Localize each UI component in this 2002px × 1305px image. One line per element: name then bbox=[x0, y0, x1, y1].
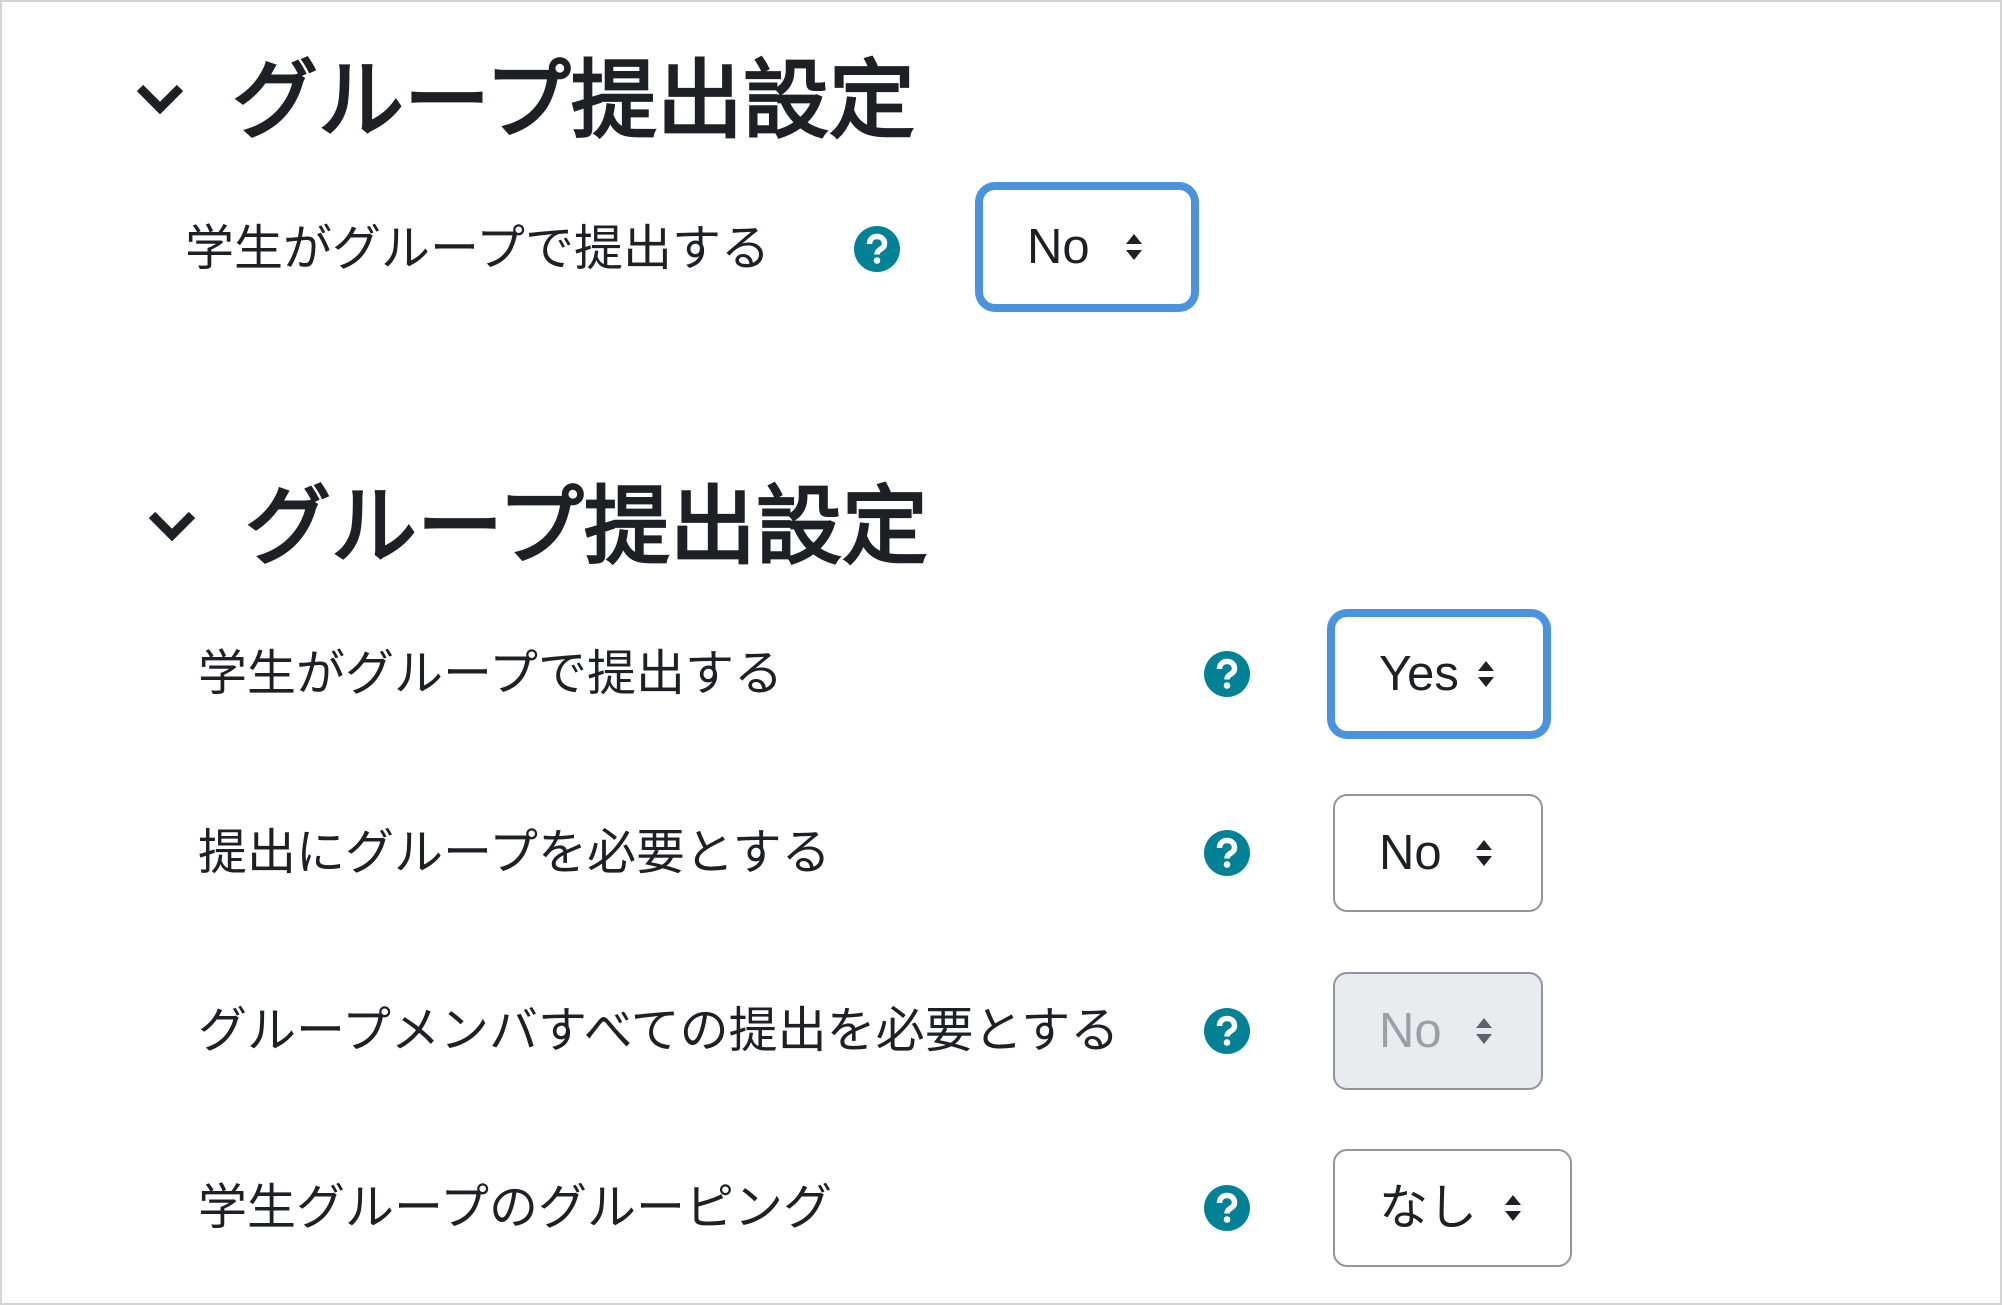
arrow-down-shape bbox=[1476, 856, 1492, 866]
section-heading: グループ提出設定 bbox=[245, 479, 928, 575]
arrow-up-shape bbox=[1476, 1018, 1492, 1028]
field-label: 提出にグループを必要とする bbox=[198, 826, 831, 880]
chevron-shape bbox=[148, 511, 196, 542]
group-submission-settings-section: グループ提出設定 学生がグループで提出する Yes 提出にグループを必要とする bbox=[0, 0, 2002, 1305]
select-value: なし bbox=[1379, 1181, 1478, 1235]
help-button[interactable] bbox=[1204, 1008, 1250, 1054]
require-group-to-submit-select[interactable]: No bbox=[1333, 794, 1543, 912]
select-value: No bbox=[1379, 1004, 1442, 1058]
grouping-for-student-groups-select[interactable]: なし bbox=[1333, 1149, 1572, 1267]
arrow-up-shape bbox=[1478, 661, 1494, 671]
select-value: No bbox=[1379, 826, 1442, 880]
sort-arrows-icon bbox=[1478, 661, 1494, 687]
arrow-up-shape bbox=[1476, 840, 1492, 850]
arrow-down-shape bbox=[1478, 677, 1494, 687]
question-circle-icon bbox=[1204, 1008, 1250, 1054]
question-mark-dot bbox=[1223, 682, 1231, 689]
select-value: Yes bbox=[1379, 647, 1459, 701]
require-all-members-submit-select[interactable]: No bbox=[1333, 972, 1543, 1090]
question-circle-icon bbox=[1204, 651, 1250, 697]
question-mark-dot bbox=[1223, 1039, 1231, 1046]
question-circle-icon bbox=[1204, 830, 1250, 876]
students-submit-in-groups-select[interactable]: Yes bbox=[1333, 615, 1545, 733]
question-circle-icon bbox=[1204, 1185, 1250, 1231]
sort-arrows-icon bbox=[1476, 1018, 1492, 1044]
help-button[interactable] bbox=[1204, 830, 1250, 876]
field-label: グループメンバすべての提出を必要とする bbox=[198, 1004, 1120, 1058]
question-mark-dot bbox=[1223, 861, 1231, 868]
sort-arrows-icon bbox=[1476, 840, 1492, 866]
section-collapse-toggle[interactable] bbox=[145, 507, 199, 543]
help-button[interactable] bbox=[1204, 1185, 1250, 1231]
sort-arrows-icon bbox=[1505, 1195, 1521, 1221]
chevron-down-icon bbox=[148, 511, 196, 542]
question-mark-dot bbox=[1223, 1216, 1231, 1223]
arrow-down-shape bbox=[1505, 1211, 1521, 1221]
arrow-up-shape bbox=[1505, 1195, 1521, 1205]
field-label: 学生グループのグルーピング bbox=[198, 1181, 833, 1235]
help-button[interactable] bbox=[1204, 651, 1250, 697]
arrow-down-shape bbox=[1476, 1034, 1492, 1044]
field-label: 学生がグループで提出する bbox=[198, 647, 784, 701]
